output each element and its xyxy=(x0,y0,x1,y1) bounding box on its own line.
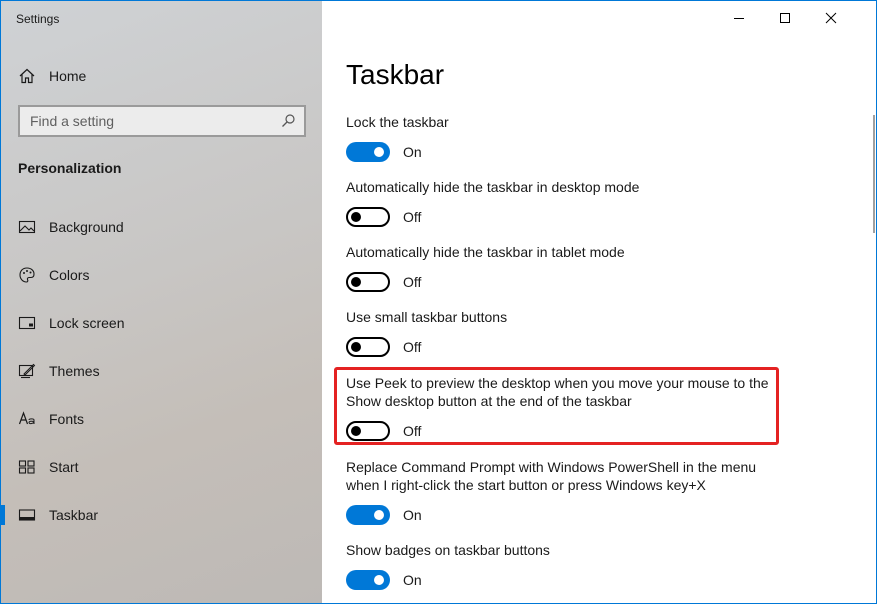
sidebar-item-label: Taskbar xyxy=(49,507,99,523)
palette-icon xyxy=(19,267,35,283)
toggle-state: Off xyxy=(403,209,422,225)
maximize-button[interactable] xyxy=(762,1,808,35)
sidebar-item-label: Fonts xyxy=(49,411,85,427)
taskbar-icon xyxy=(18,509,36,521)
start-grid-icon xyxy=(18,460,35,474)
toggle-switch[interactable] xyxy=(346,337,390,357)
home-icon xyxy=(19,68,35,84)
sidebar-item-label: Lock screen xyxy=(49,315,125,331)
setting-autohide-tablet: Automatically hide the taskbar in tablet… xyxy=(346,243,786,292)
toggle-state: On xyxy=(403,507,422,523)
setting-peek: Use Peek to preview the desktop when you… xyxy=(346,374,786,441)
toggle-switch[interactable] xyxy=(346,570,390,590)
setting-small-buttons: Use small taskbar buttons Off xyxy=(346,308,786,357)
setting-powershell: Replace Command Prompt with Windows Powe… xyxy=(346,458,786,525)
sidebar-item-label: Background xyxy=(49,219,124,235)
search-icon[interactable] xyxy=(280,113,296,129)
sidebar-item-lock-screen[interactable]: Lock screen xyxy=(1,299,322,347)
sidebar-item-label: Colors xyxy=(49,267,90,283)
sidebar-item-start[interactable]: Start xyxy=(1,443,322,491)
themes-icon xyxy=(18,363,36,379)
font-icon xyxy=(18,411,35,425)
setting-label: Automatically hide the taskbar in deskto… xyxy=(346,179,640,195)
search-box[interactable] xyxy=(18,105,306,137)
setting-lock-taskbar: Lock the taskbar On xyxy=(346,113,786,162)
setting-label: Replace Command Prompt with Windows Powe… xyxy=(346,459,757,493)
maximize-icon xyxy=(780,13,790,23)
sidebar-item-label: Start xyxy=(49,459,79,475)
close-icon xyxy=(825,12,837,24)
toggle-switch[interactable] xyxy=(346,207,390,227)
toggle-switch[interactable] xyxy=(346,142,390,162)
setting-label: Automatically hide the taskbar in tablet… xyxy=(346,244,625,260)
lock-screen-icon xyxy=(18,316,36,330)
picture-icon xyxy=(18,220,36,234)
setting-label: Lock the taskbar xyxy=(346,114,449,130)
sidebar-item-themes[interactable]: Themes xyxy=(1,347,322,395)
nav-home-label: Home xyxy=(49,68,87,84)
settings-window: Settings Home Personalization Background… xyxy=(0,0,877,604)
sidebar-item-colors[interactable]: Colors xyxy=(1,251,322,299)
page-title: Taskbar xyxy=(346,59,445,90)
setting-autohide-desktop: Automatically hide the taskbar in deskto… xyxy=(346,178,786,227)
toggle-switch[interactable] xyxy=(346,505,390,525)
section-title: Personalization xyxy=(18,160,122,176)
sidebar-item-label: Themes xyxy=(49,363,100,379)
setting-label: Use small taskbar buttons xyxy=(346,309,508,325)
toggle-switch[interactable] xyxy=(346,421,390,441)
close-button[interactable] xyxy=(808,1,854,35)
search-input[interactable] xyxy=(30,113,280,129)
toggle-state: Off xyxy=(403,339,422,355)
sidebar-item-background[interactable]: Background xyxy=(1,203,322,251)
setting-label: Show badges on taskbar buttons xyxy=(346,542,550,558)
setting-badges: Show badges on taskbar buttons On xyxy=(346,541,786,590)
sidebar-item-taskbar[interactable]: Taskbar xyxy=(1,491,322,539)
main-content: Taskbar Lock the taskbar On Automaticall… xyxy=(322,1,876,603)
toggle-state: On xyxy=(403,144,422,160)
toggle-switch[interactable] xyxy=(346,272,390,292)
minimize-button[interactable] xyxy=(716,1,762,35)
toggle-state: Off xyxy=(403,274,422,290)
setting-label: Use Peek to preview the desktop when you… xyxy=(346,375,769,409)
toggle-state: Off xyxy=(403,423,422,439)
nav-home[interactable]: Home xyxy=(18,65,86,87)
scrollbar-thumb[interactable] xyxy=(873,115,875,233)
app-title: Settings xyxy=(16,12,60,26)
sidebar-item-fonts[interactable]: Fonts xyxy=(1,395,322,443)
minimize-icon xyxy=(734,18,744,19)
toggle-state: On xyxy=(403,572,422,588)
sidebar: Settings Home Personalization Background… xyxy=(1,1,322,603)
nav-list: Background Colors Lock screen Themes Fon… xyxy=(1,203,322,539)
